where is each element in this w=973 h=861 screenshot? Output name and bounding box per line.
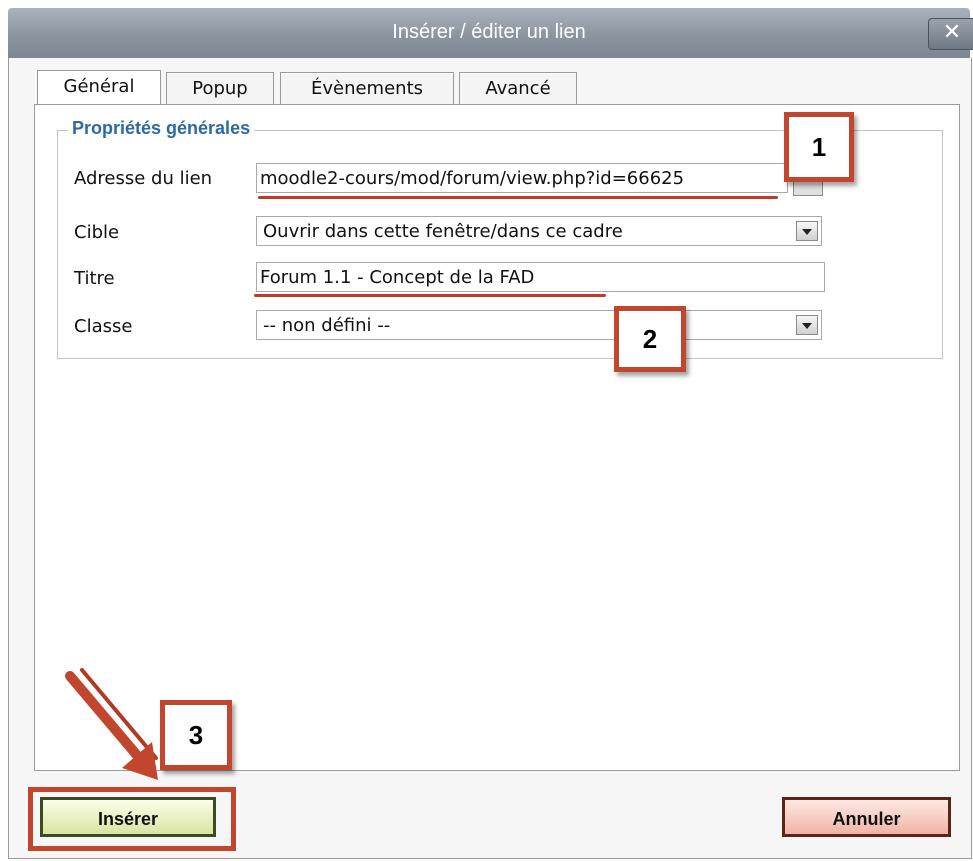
callout-1: 1 — [784, 112, 854, 182]
target-select[interactable]: Ouvrir dans cette fenêtre/dans ce cadre — [256, 216, 822, 246]
tab-advanced[interactable]: Avancé — [459, 72, 577, 105]
chevron-down-icon[interactable] — [796, 221, 818, 241]
class-label: Classe — [74, 316, 133, 337]
close-button[interactable]: ✕ — [928, 18, 973, 50]
dialog-titlebar: Insérer / éditer un lien ✕ — [8, 8, 973, 58]
tab-popup[interactable]: Popup — [166, 72, 274, 105]
class-select-value: -- non défini -- — [263, 315, 391, 336]
callout-2: 2 — [614, 306, 686, 372]
link-address-underline — [258, 196, 778, 199]
close-icon: ✕ — [942, 20, 962, 45]
link-address-input[interactable]: moodle2-cours/mod/forum/view.php?id=6662… — [256, 163, 788, 193]
cancel-button[interactable]: Annuler — [782, 797, 951, 837]
title-input[interactable]: Forum 1.1 - Concept de la FAD — [256, 262, 825, 292]
tab-general[interactable]: Général — [37, 70, 161, 105]
target-label: Cible — [74, 222, 120, 243]
target-select-value: Ouvrir dans cette fenêtre/dans ce cadre — [263, 221, 623, 242]
callout-3: 3 — [160, 700, 232, 770]
insert-button[interactable]: Insérer — [40, 797, 216, 837]
chevron-down-icon[interactable] — [796, 315, 818, 335]
fieldset-legend: Propriétés générales — [68, 118, 255, 139]
title-label: Titre — [74, 268, 115, 289]
title-underline — [254, 294, 606, 297]
annotation-arrow-icon — [65, 668, 158, 780]
tab-events[interactable]: Évènements — [280, 72, 454, 105]
class-select[interactable]: -- non défini -- — [256, 310, 822, 340]
dialog-title: Insérer / éditer un lien — [392, 21, 586, 43]
link-address-label: Adresse du lien — [74, 168, 213, 189]
